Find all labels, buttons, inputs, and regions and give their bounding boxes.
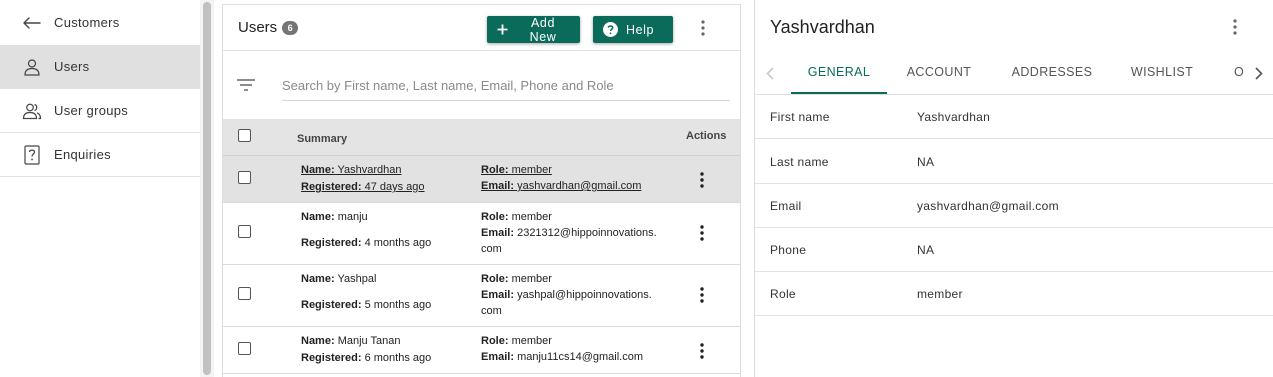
select-all-checkbox[interactable]	[238, 129, 251, 142]
more-vertical-icon	[700, 225, 704, 241]
person-icon	[22, 57, 42, 77]
question-box-icon	[22, 144, 42, 165]
row-registered: Registered: 4 months ago	[301, 237, 432, 249]
more-vertical-icon	[700, 172, 704, 188]
row-actions-menu[interactable]	[692, 170, 712, 190]
sidebar-item-users[interactable]: Users	[0, 45, 200, 89]
row-email: Email: manju11cs14@gmail.com	[481, 351, 643, 363]
sidebar-item-label: User groups	[54, 103, 129, 118]
sidebar-item-label: Enquiries	[54, 147, 111, 162]
sidebar: Customers Users User groups Enquiries	[0, 0, 200, 377]
field-value: yashvardhan@gmail.com	[917, 199, 1059, 213]
app-root: Customers Users User groups Enquiries Us…	[0, 0, 1273, 377]
row-actions-menu[interactable]	[692, 341, 712, 361]
users-title: Users	[238, 19, 278, 36]
sidebar-item-user-groups[interactable]: User groups	[0, 89, 200, 133]
tab-wishlist[interactable]: WISHLIST	[1125, 51, 1199, 94]
back-to-customers[interactable]: Customers	[0, 0, 200, 45]
table-header: Summary Actions	[223, 119, 740, 156]
field-role: Role member	[755, 272, 1273, 316]
table-row[interactable]: Name: Yashvardhan Registered: 47 days ag…	[223, 156, 740, 203]
detail-title: Yashvardhan	[770, 17, 875, 37]
table-row[interactable]: Name: Yashpal Registered: 5 months ago R…	[223, 265, 740, 327]
row-checkbox[interactable]	[238, 287, 251, 300]
tabs-scroll-right[interactable]	[1252, 65, 1266, 81]
more-vertical-icon	[701, 20, 705, 36]
row-registered: Registered: 6 months ago	[301, 352, 432, 364]
tab-overflow[interactable]: O	[1231, 51, 1247, 94]
row-checkbox[interactable]	[238, 225, 251, 238]
users-more-menu[interactable]	[693, 18, 713, 38]
row-role: Role: member	[481, 273, 552, 285]
people-icon	[22, 101, 42, 121]
row-name: Name: Yashvardhan	[301, 164, 402, 176]
filter-icon[interactable]	[237, 78, 255, 96]
field-label: Role	[770, 287, 796, 301]
row-role: Role: member	[481, 335, 552, 347]
back-label: Customers	[54, 15, 120, 30]
row-checkbox[interactable]	[238, 171, 251, 184]
more-vertical-icon	[1233, 19, 1237, 35]
row-email: Email: yashvardhan@gmail.com	[481, 180, 642, 192]
row-name: Name: Yashpal	[301, 273, 377, 285]
add-new-button[interactable]: Add New	[487, 15, 580, 44]
tabs-scroll-left[interactable]	[763, 65, 777, 81]
chevron-right-icon	[1255, 66, 1263, 80]
users-panel: Users 6 Add New Help Search by First nam…	[222, 4, 741, 377]
field-first-name: First name Yashvardhan	[755, 95, 1273, 139]
row-name: Name: manju	[301, 211, 368, 223]
help-label: Help	[626, 22, 655, 37]
field-value: NA	[917, 243, 935, 257]
table-row[interactable]: Name: manju Registered: 4 months ago Rol…	[223, 203, 740, 265]
more-vertical-icon	[700, 343, 704, 359]
field-label: Email	[770, 199, 802, 213]
detail-more-menu[interactable]	[1225, 17, 1245, 37]
search-input[interactable]	[282, 71, 730, 101]
scrollbar-thumb[interactable]	[203, 2, 211, 375]
search-row	[223, 51, 740, 119]
user-count-badge: 6	[282, 20, 299, 35]
row-registered: Registered: 5 months ago	[301, 299, 432, 311]
field-value: member	[917, 287, 963, 301]
field-label: First name	[770, 110, 830, 124]
add-new-label: Add New	[529, 15, 557, 44]
row-name: Name: Manju Tanan	[301, 335, 401, 347]
chevron-left-icon	[766, 66, 774, 80]
sidebar-item-label: Users	[54, 59, 90, 74]
detail-tabs: GENERAL ACCOUNT ADDRESSES WISHLIST O	[755, 51, 1273, 95]
more-vertical-icon	[700, 287, 704, 303]
field-last-name: Last name NA	[755, 140, 1273, 184]
tab-account[interactable]: ACCOUNT	[901, 51, 977, 94]
row-actions-menu[interactable]	[692, 285, 712, 305]
field-label: Last name	[770, 155, 829, 169]
column-summary: Summary	[297, 133, 348, 145]
sidebar-item-enquiries[interactable]: Enquiries	[0, 133, 200, 177]
column-actions: Actions	[686, 130, 727, 142]
arrow-left-icon	[22, 13, 42, 33]
row-email: Email: yashpal@hippoinnovations. com	[481, 289, 652, 317]
row-actions-menu[interactable]	[692, 223, 712, 243]
field-label: Phone	[770, 243, 807, 257]
row-email: Email: 2321312@hippoinnovations. com	[481, 227, 657, 255]
users-header: Users 6 Add New Help	[223, 5, 740, 51]
help-icon	[603, 22, 618, 37]
row-role: Role: member	[481, 164, 552, 176]
tab-addresses[interactable]: ADDRESSES	[1007, 51, 1097, 94]
field-value: Yashvardhan	[917, 110, 991, 124]
row-role: Role: member	[481, 211, 552, 223]
sidebar-scrollbar[interactable]	[200, 0, 214, 377]
user-detail-panel: Yashvardhan GENERAL ACCOUNT ADDRESSES WI…	[754, 0, 1273, 377]
row-checkbox[interactable]	[238, 342, 251, 355]
help-button[interactable]: Help	[593, 16, 673, 43]
tab-general[interactable]: GENERAL	[791, 51, 887, 94]
plus-icon	[497, 24, 508, 35]
row-registered: Registered: 47 days ago	[301, 181, 425, 193]
field-value: NA	[917, 155, 935, 169]
table-row[interactable]: Name: Manju Tanan Registered: 6 months a…	[223, 327, 740, 374]
field-email: Email yashvardhan@gmail.com	[755, 184, 1273, 228]
field-phone: Phone NA	[755, 228, 1273, 272]
